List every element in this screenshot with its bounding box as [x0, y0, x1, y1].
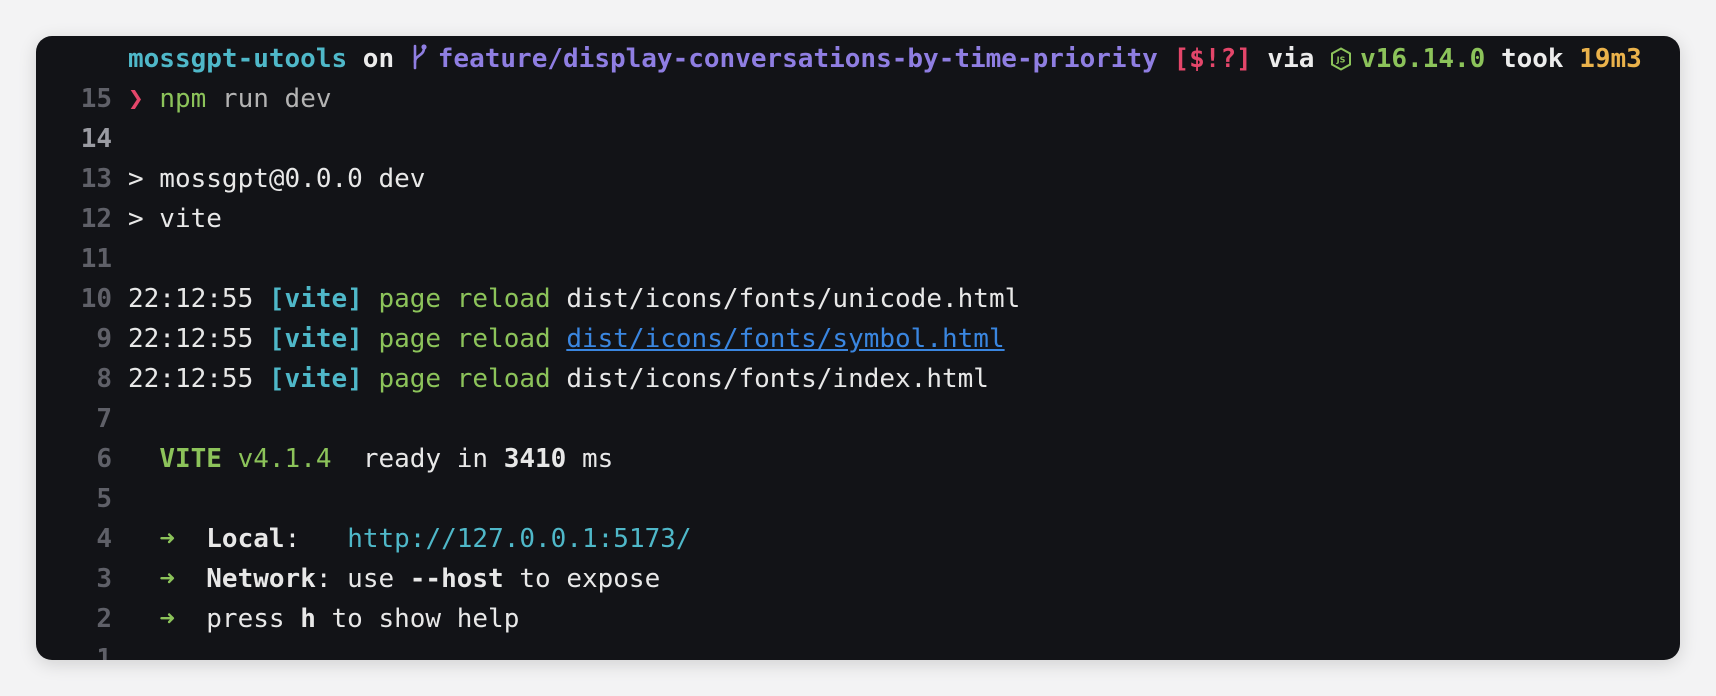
- vite-banner: VITE v4.1.4 ready in 3410 ms: [128, 439, 613, 479]
- command-bin: npm: [159, 84, 207, 114]
- empty-line: 6: [36, 399, 1680, 474]
- network-entry: ➜ Network: use --host to expose: [128, 559, 660, 599]
- reload-log-entry: 22:12:55 [vite] page reload dist/icons/f…: [128, 359, 989, 399]
- command-args: run dev: [206, 84, 332, 114]
- vite-version: v4.1.4: [237, 444, 332, 474]
- node-version: v16.14.0: [1360, 44, 1486, 74]
- empty-line: 4: [36, 479, 1680, 554]
- prompt-content: mossgpt-utools on feature/display-conver…: [128, 39, 1642, 79]
- network-label: Network: [206, 564, 316, 594]
- network-text: : use: [315, 564, 410, 594]
- prompt-line: 15 mossgpt-utools on feature/display-con…: [36, 39, 1680, 114]
- output-line: 11 > vite: [36, 199, 1680, 274]
- terminal-window[interactable]: 15 mossgpt-utools on feature/display-con…: [36, 36, 1680, 660]
- npm-script-header: > mossgpt@0.0.0 dev: [128, 164, 426, 194]
- repo-name: mossgpt-utools: [128, 44, 348, 74]
- arrow-right-icon: ➜: [159, 604, 175, 634]
- help-line: 1 ➜ press h to show help: [36, 599, 1680, 660]
- help-entry: ➜ press h to show help: [128, 599, 519, 639]
- svg-text:JS: JS: [1336, 56, 1346, 65]
- output-line: 12 > mossgpt@0.0.0 dev: [36, 159, 1680, 234]
- arrow-right-icon: ➜: [159, 524, 175, 554]
- log-path: dist/icons/fonts/index.html: [566, 364, 989, 394]
- network-line: 2 ➜ Network: use --host to expose: [36, 559, 1680, 634]
- log-tag: [vite]: [268, 324, 363, 354]
- ms-unit: ms: [582, 444, 614, 474]
- empty-line: 13: [36, 119, 1680, 194]
- empty-line: 10: [36, 239, 1680, 314]
- reload-log-line: 9 22:12:55 [vite] page reload dist/icons…: [36, 279, 1680, 354]
- log-action: page reload: [378, 324, 551, 354]
- local-url-line: 3 ➜ Local: http://127.0.0.1:5173/: [36, 519, 1680, 594]
- local-url-entry: ➜ Local: http://127.0.0.1:5173/: [159, 524, 692, 554]
- prompt-symbol: ❯: [128, 84, 144, 114]
- command-line: 14 ❯ npm run dev: [36, 79, 1680, 154]
- log-time: 22:12:55: [128, 364, 254, 394]
- vite-banner-line: 5 VITE v4.1.4 ready in 3410 ms: [36, 439, 1680, 514]
- took-text: took: [1485, 44, 1580, 74]
- arrow-right-icon: ➜: [159, 564, 175, 594]
- npm-script-command: > vite: [128, 204, 222, 234]
- command-duration: 19m3: [1579, 44, 1642, 74]
- branch-name: feature/display-conversations-by-time-pr…: [437, 44, 1158, 74]
- current-line: 550: [36, 639, 1680, 660]
- help-text: press: [206, 604, 301, 634]
- log-path: dist/icons/fonts/unicode.html: [566, 284, 1021, 314]
- local-label: Local: [206, 524, 285, 554]
- help-key: h: [300, 604, 316, 634]
- reload-log-entry: 22:12:55 [vite] page reload dist/icons/f…: [128, 279, 1020, 319]
- network-flag: --host: [409, 564, 504, 594]
- ready-ms: 3410: [503, 444, 567, 474]
- terminal-output[interactable]: 15 mossgpt-utools on feature/display-con…: [36, 39, 1680, 660]
- reload-log-entry: 22:12:55 [vite] page reload dist/icons/f…: [128, 319, 1005, 359]
- on-text: on: [347, 44, 410, 74]
- log-time: 22:12:55: [128, 324, 254, 354]
- via-text: via: [1251, 44, 1331, 74]
- log-action: page reload: [378, 284, 551, 314]
- local-url-link[interactable]: http://127.0.0.1:5173/: [347, 524, 691, 554]
- log-tag: [vite]: [268, 284, 363, 314]
- log-action: page reload: [378, 364, 551, 394]
- git-status: [$!?]: [1173, 44, 1252, 74]
- log-time: 22:12:55: [128, 284, 254, 314]
- ready-text: ready in: [362, 444, 489, 474]
- network-suffix: to expose: [503, 564, 661, 594]
- command-content: ❯ npm run dev: [128, 79, 332, 119]
- reload-log-line: 8 22:12:55 [vite] page reload dist/icons…: [36, 319, 1680, 394]
- help-suffix: to show help: [315, 604, 520, 634]
- reload-log-line: 7 22:12:55 [vite] page reload dist/icons…: [36, 359, 1680, 434]
- log-path-link[interactable]: dist/icons/fonts/symbol.html: [566, 324, 1004, 354]
- vite-name: VITE: [159, 444, 222, 474]
- git-branch-icon: [413, 44, 427, 70]
- log-tag: [vite]: [268, 364, 363, 394]
- nodejs-icon: JS: [1331, 47, 1352, 71]
